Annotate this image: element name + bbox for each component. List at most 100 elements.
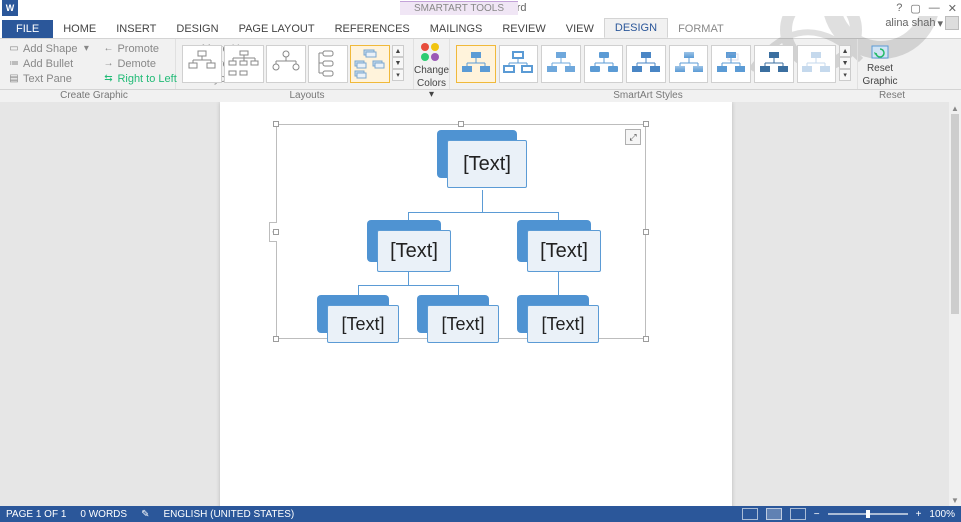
add-shape-icon: ▭: [8, 43, 20, 55]
tab-mailings[interactable]: MAILINGS: [420, 20, 493, 38]
layout-option-4[interactable]: [308, 45, 348, 83]
style-option-5[interactable]: [626, 45, 666, 83]
gallery-more-button[interactable]: ▾: [392, 69, 404, 81]
tab-insert[interactable]: INSERT: [106, 20, 166, 38]
group-change-colors: Change Colors ▾: [414, 39, 450, 89]
style-option-2[interactable]: [499, 45, 539, 83]
change-colors-button[interactable]: Change Colors ▾: [416, 41, 447, 102]
resize-handle-w[interactable]: [273, 229, 279, 235]
title-bar: W Document2 - Word SMARTART TOOLS ? ▢ — …: [0, 0, 961, 16]
layout-option-5-selected[interactable]: [350, 45, 390, 83]
group-create-graphic: ▭Add Shape▾ ≔Add Bullet ▤Text Pane ←Prom…: [0, 39, 176, 89]
resize-handle-nw[interactable]: [273, 121, 279, 127]
tab-review[interactable]: REVIEW: [492, 20, 555, 38]
gallery-down-button[interactable]: ▼: [392, 57, 404, 69]
styles-gallery-spinner: ▲ ▼ ▾: [839, 45, 851, 81]
word-app-icon: W: [2, 0, 18, 16]
demote-button[interactable]: →Demote: [100, 56, 178, 71]
language-indicator[interactable]: ENGLISH (UNITED STATES): [163, 509, 294, 520]
minimize-button[interactable]: —: [929, 2, 940, 14]
scroll-up-button[interactable]: ▲: [949, 102, 961, 114]
style-option-1-selected[interactable]: [456, 45, 496, 83]
web-layout-button[interactable]: [790, 508, 806, 520]
add-shape-button[interactable]: ▭Add Shape▾: [6, 41, 94, 56]
scroll-thumb[interactable]: [951, 114, 959, 314]
tab-design-document[interactable]: DESIGN: [166, 20, 228, 38]
document-area: ‹ ⤢ [Text]: [0, 102, 949, 506]
zoom-slider[interactable]: [828, 513, 908, 515]
close-button[interactable]: ✕: [948, 2, 957, 15]
connector: [358, 285, 459, 286]
read-mode-button[interactable]: [742, 508, 758, 520]
word-count[interactable]: 0 WORDS: [80, 509, 127, 520]
ribbon-tabs: FILE HOME INSERT DESIGN PAGE LAYOUT REFE…: [0, 16, 961, 38]
vertical-scrollbar[interactable]: ▲ ▼: [949, 102, 961, 506]
smartart-frame[interactable]: ‹ ⤢ [Text]: [276, 124, 646, 339]
smartart-node-1[interactable]: [Text]: [437, 130, 527, 185]
tab-page-layout[interactable]: PAGE LAYOUT: [229, 20, 325, 38]
zoom-in-button[interactable]: +: [916, 509, 922, 520]
layout-option-1[interactable]: [182, 45, 222, 83]
add-bullet-button[interactable]: ≔Add Bullet: [6, 56, 94, 71]
page[interactable]: ‹ ⤢ [Text]: [220, 102, 732, 506]
layout-option-2[interactable]: [224, 45, 264, 83]
resize-handle-ne[interactable]: [643, 121, 649, 127]
style-option-9[interactable]: [797, 45, 837, 83]
avatar: [945, 16, 959, 30]
demote-label: Demote: [117, 58, 156, 70]
smartart-expand-button[interactable]: ⤢: [625, 129, 641, 145]
promote-label: Promote: [117, 43, 159, 55]
scroll-down-button[interactable]: ▼: [949, 494, 961, 506]
resize-handle-sw[interactable]: [273, 336, 279, 342]
style-option-4[interactable]: [584, 45, 624, 83]
tab-file[interactable]: FILE: [2, 20, 53, 38]
help-button[interactable]: ?: [896, 2, 902, 14]
smartart-node-5[interactable]: [Text]: [417, 295, 499, 341]
tab-references[interactable]: REFERENCES: [325, 20, 420, 38]
smartart-node-2[interactable]: [Text]: [367, 220, 451, 270]
styles-more-button[interactable]: ▾: [839, 69, 851, 81]
style-option-7[interactable]: [711, 45, 751, 83]
promote-icon: ←: [102, 43, 114, 55]
change-colors-label-1: Change: [414, 65, 449, 76]
account-menu[interactable]: alina shah ▾: [885, 16, 959, 30]
zoom-level[interactable]: 100%: [929, 509, 955, 520]
resize-handle-n[interactable]: [458, 121, 464, 127]
reset-graphic-button[interactable]: Reset Graphic: [864, 41, 896, 89]
status-bar: PAGE 1 OF 1 0 WORDS ✎ ENGLISH (UNITED ST…: [0, 506, 961, 522]
node-text: [Text]: [441, 314, 484, 335]
zoom-slider-thumb[interactable]: [866, 510, 870, 518]
rtl-label: Right to Left: [117, 73, 176, 85]
group-smartart-styles: ▲ ▼ ▾: [450, 39, 858, 89]
styles-up-button[interactable]: ▲: [839, 45, 851, 57]
smartart-node-6[interactable]: [Text]: [517, 295, 599, 341]
resize-handle-se[interactable]: [643, 336, 649, 342]
text-pane-button[interactable]: ▤Text Pane: [6, 71, 94, 86]
styles-down-button[interactable]: ▼: [839, 57, 851, 69]
proofing-button[interactable]: ✎: [141, 509, 149, 520]
tab-smartart-design[interactable]: DESIGN: [604, 18, 668, 38]
smartart-node-3[interactable]: [Text]: [517, 220, 601, 270]
page-indicator[interactable]: PAGE 1 OF 1: [6, 509, 66, 520]
reset-icon: [869, 43, 891, 61]
style-option-6[interactable]: [669, 45, 709, 83]
layout-option-3[interactable]: [266, 45, 306, 83]
tab-view[interactable]: VIEW: [556, 20, 604, 38]
change-colors-label-2: Colors ▾: [417, 78, 446, 100]
tab-smartart-format[interactable]: FORMAT: [668, 20, 734, 38]
contextual-tab-label: SMARTART TOOLS: [400, 1, 518, 15]
tab-home[interactable]: HOME: [53, 20, 106, 38]
add-shape-label: Add Shape: [23, 43, 77, 55]
node-text: [Text]: [341, 314, 384, 335]
connector: [408, 212, 558, 213]
promote-button[interactable]: ←Promote: [100, 41, 178, 56]
right-to-left-button[interactable]: ⇆Right to Left: [100, 71, 178, 86]
resize-handle-e[interactable]: [643, 229, 649, 235]
style-option-3[interactable]: [541, 45, 581, 83]
ribbon-display-options[interactable]: ▢: [910, 2, 920, 15]
style-option-8[interactable]: [754, 45, 794, 83]
smartart-node-4[interactable]: [Text]: [317, 295, 399, 341]
zoom-out-button[interactable]: −: [814, 509, 820, 520]
print-layout-button[interactable]: [766, 508, 782, 520]
gallery-up-button[interactable]: ▲: [392, 45, 404, 57]
